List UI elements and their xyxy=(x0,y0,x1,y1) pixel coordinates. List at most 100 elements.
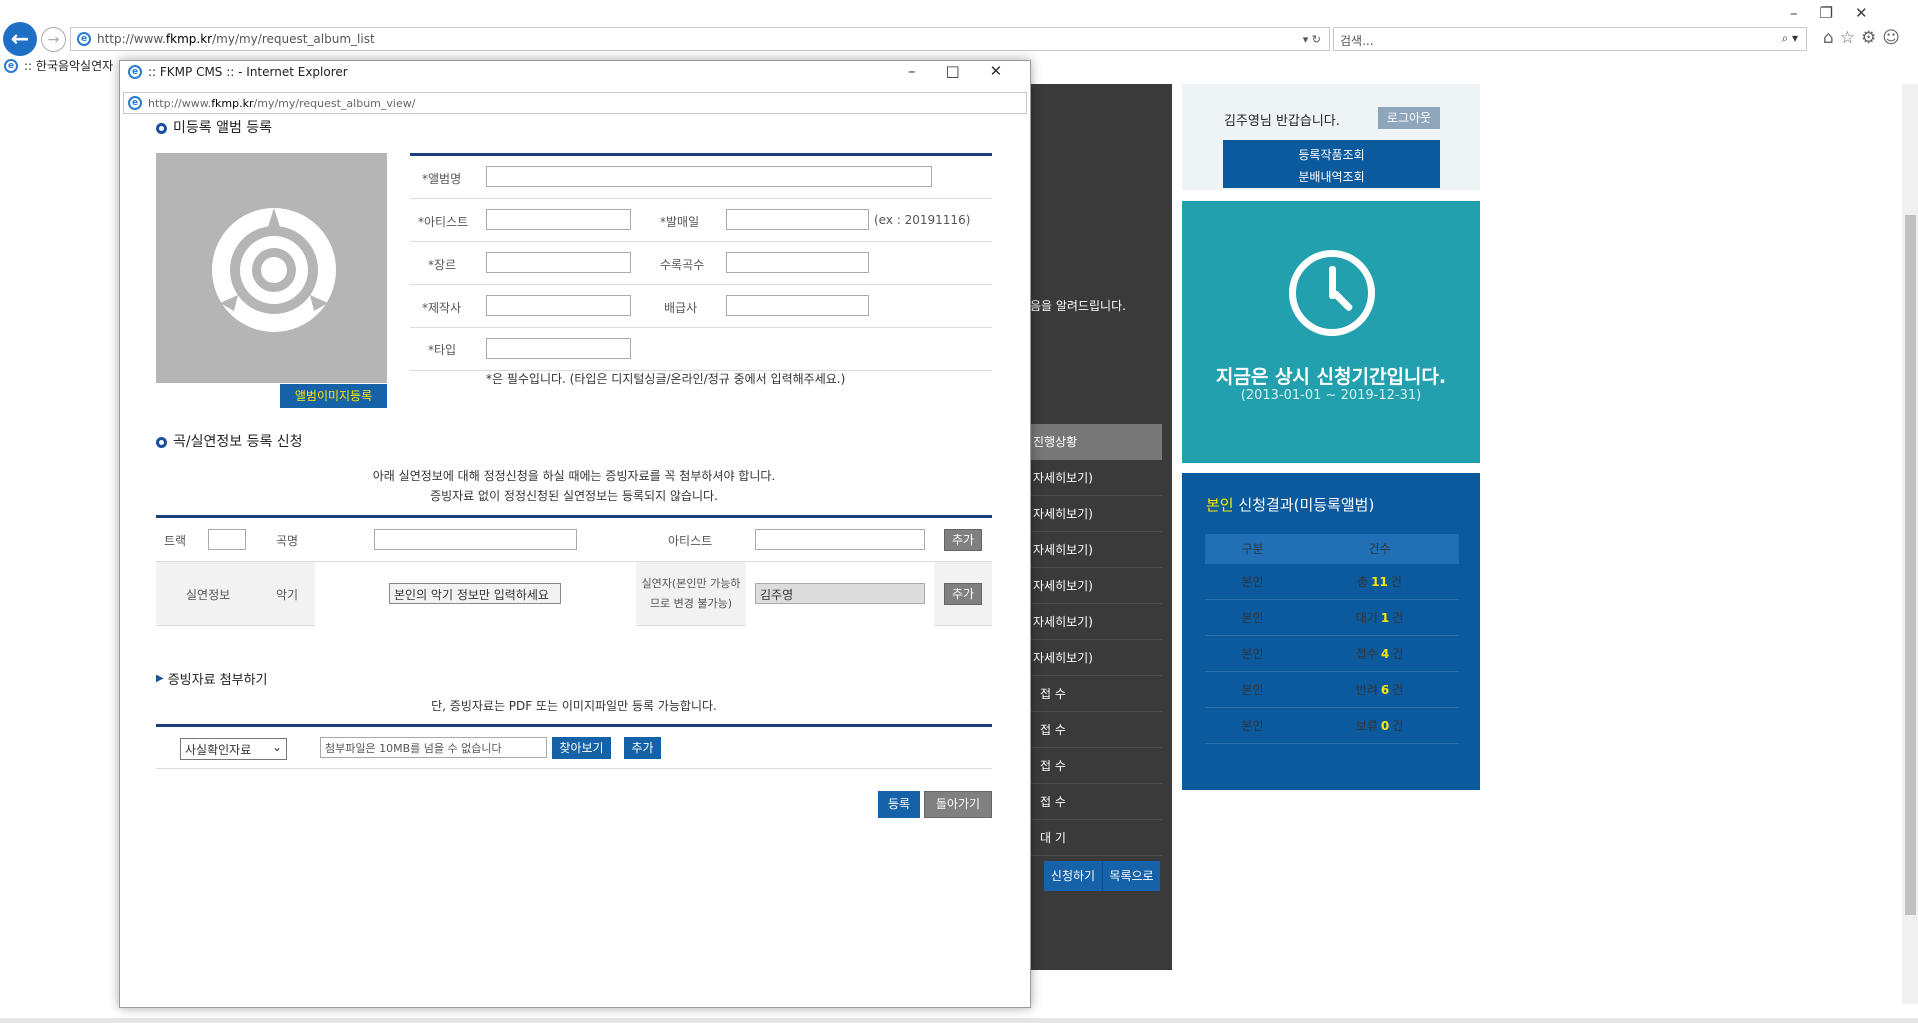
result-pre: 총 xyxy=(1357,575,1369,589)
tab-title: :: 한국음악실연자 xyxy=(24,59,114,73)
type-label: *타입 xyxy=(428,343,457,357)
back-button[interactable]: 돌아가기 xyxy=(924,791,992,818)
song-artist-input[interactable] xyxy=(755,529,925,550)
result-count: 반려 6 건 xyxy=(1300,672,1459,707)
section-track-header: 곡/실연정보 등록 신청 xyxy=(156,431,303,451)
popup-titlebar: e:: FKMP CMS :: - Internet Explorer xyxy=(128,65,348,79)
search-placeholder: 검색... xyxy=(1340,34,1374,48)
add-song-button[interactable]: 추가 xyxy=(944,529,982,551)
result-row: 본인 보류 0 건 xyxy=(1205,708,1459,744)
instrument-input[interactable]: 본인의 악기 정보만 입력하세요 xyxy=(389,583,561,604)
album-image-register-button[interactable]: 앨범이미지등록 xyxy=(280,384,387,408)
scrollbar-thumb[interactable] xyxy=(1905,215,1916,915)
distribution-link[interactable]: 분배내역조회 xyxy=(1223,166,1440,188)
address-bar[interactable]: e http://www. fkmp.kr/my/my/request_album… xyxy=(70,27,1330,51)
search-box[interactable]: 검색... ⌕ ▾ xyxy=(1333,27,1807,51)
artist-input[interactable] xyxy=(486,209,631,230)
bg-row[interactable]: 자세히보기) xyxy=(1030,532,1162,568)
bullet-icon xyxy=(156,123,167,134)
result-pre: 접수 xyxy=(1355,647,1378,661)
list-button[interactable]: 목록으로 xyxy=(1102,861,1160,891)
performer-name-input[interactable]: 김주영 xyxy=(755,583,925,604)
result-suf: 건 xyxy=(1392,719,1404,733)
result-title: 본인 신청결과(미등록앨범) xyxy=(1206,494,1374,515)
result-head-col: 구분 xyxy=(1241,542,1264,556)
result-count: 대기 1 건 xyxy=(1300,600,1459,635)
registered-works-link[interactable]: 등록작품조회 xyxy=(1223,144,1440,166)
add-performer-button[interactable]: 추가 xyxy=(944,583,982,605)
type-input[interactable] xyxy=(486,338,631,359)
bg-row[interactable]: 자세히보기) xyxy=(1030,568,1162,604)
file-placeholder: 첨부파일은 10MB를 넘을 수 없습니다 xyxy=(325,742,502,755)
url-prefix: http://www. xyxy=(97,32,166,46)
doc-type-value: 사실확인자료 xyxy=(185,743,252,757)
release-date-label: *발매일 xyxy=(660,215,700,229)
artist-label: *아티스트 xyxy=(418,215,469,229)
bg-row[interactable]: 자세히보기) xyxy=(1030,496,1162,532)
song-title-input[interactable] xyxy=(374,529,577,550)
section-album-header: 미등록 앨범 등록 xyxy=(156,117,272,137)
popup-url-prefix: http://www. xyxy=(148,96,212,110)
result-count: 보류 0 건 xyxy=(1300,708,1459,743)
back-arrow-icon[interactable]: ← xyxy=(3,22,37,56)
result-pre: 대기 xyxy=(1355,611,1378,625)
forward-arrow-icon[interactable]: → xyxy=(41,27,66,52)
song-artist-label: 아티스트 xyxy=(668,534,713,548)
track-label: 트랙 xyxy=(164,534,187,548)
search-icon[interactable]: ⌕ ▾ xyxy=(1781,31,1798,46)
browser-tab[interactable]: e :: 한국음악실연자 xyxy=(4,57,113,74)
result-num: 0 xyxy=(1380,719,1390,733)
add-attachment-button[interactable]: 추가 xyxy=(624,737,661,759)
result-who: 본인 xyxy=(1241,575,1264,589)
genre-input[interactable] xyxy=(486,252,631,273)
popup-ie-icon: e xyxy=(128,65,142,79)
result-head-col: 건수 xyxy=(1368,542,1391,556)
bg-row: 대 기 xyxy=(1030,820,1162,856)
bg-row[interactable]: 자세히보기) xyxy=(1030,460,1162,496)
producer-label: *제작사 xyxy=(422,301,462,315)
window-controls[interactable]: –❐✕ xyxy=(1790,4,1890,22)
status-strip xyxy=(0,1018,1918,1023)
result-row: 본인 대기 1 건 xyxy=(1205,600,1459,636)
notice-line-1: 아래 실연정보에 대해 정정신청을 하실 때에는 증빙자료를 꼭 첨부하셔야 합… xyxy=(372,469,776,483)
arrow-icon: ▶ xyxy=(156,673,164,684)
bg-row[interactable]: 자세히보기) xyxy=(1030,604,1162,640)
toolbar-icons[interactable]: ⌂☆⚙☺ xyxy=(1823,28,1906,48)
doc-type-select[interactable]: 사실확인자료 ⌄ xyxy=(180,738,287,760)
refresh-icon[interactable]: ▾ ↻ xyxy=(1303,33,1321,46)
perf-info-label: 실연정보 xyxy=(186,588,231,602)
distributor-input[interactable] xyxy=(726,295,869,316)
result-suf: 건 xyxy=(1392,611,1404,625)
album-name-label: *앨범명 xyxy=(422,172,462,186)
producer-input[interactable] xyxy=(486,295,631,316)
logout-button[interactable]: 로그아웃 xyxy=(1378,107,1440,129)
result-title-highlight: 본인 xyxy=(1206,496,1234,514)
result-num: 4 xyxy=(1380,647,1390,661)
result-who: 본인 xyxy=(1241,719,1264,733)
result-num: 6 xyxy=(1380,683,1390,697)
required-note: *은 필수입니다. (타입은 디지털싱글/온라인/정규 중에서 입력해주세요.) xyxy=(486,372,846,386)
album-name-input[interactable] xyxy=(486,166,932,187)
result-header: 구분 건수 xyxy=(1205,534,1459,564)
notice-line-2: 증빙자료 없이 정정신청된 실연정보는 등록되지 않습니다. xyxy=(430,489,718,503)
result-pre: 반려 xyxy=(1355,683,1378,697)
file-input[interactable]: 첨부파일은 10MB를 넘을 수 없습니다 xyxy=(320,737,547,758)
album-image-placeholder xyxy=(156,153,387,383)
browse-button[interactable]: 찾아보기 xyxy=(552,737,611,759)
bg-row[interactable]: 자세히보기) xyxy=(1030,640,1162,676)
result-num: 11 xyxy=(1371,575,1388,589)
result-count: 총 11 건 xyxy=(1300,564,1459,599)
result-who: 본인 xyxy=(1241,611,1264,625)
period-title: 지금은 상시 신청기간입니다. xyxy=(1215,366,1447,388)
track-count-input[interactable] xyxy=(726,252,869,273)
bg-row: 접 수 xyxy=(1030,676,1162,712)
period-dates: (2013-01-01 ~ 2019-12-31) xyxy=(1240,388,1422,403)
popup-title: :: FKMP CMS :: - Internet Explorer xyxy=(148,65,348,79)
release-date-input[interactable] xyxy=(726,209,869,230)
popup-window-controls[interactable]: –□✕ xyxy=(908,62,1032,80)
submit-button[interactable]: 등록 xyxy=(878,791,920,818)
apply-button[interactable]: 신청하기 xyxy=(1044,861,1102,891)
bg-row: 접 수 xyxy=(1030,748,1162,784)
date-hint: (ex : 20191116) xyxy=(874,213,971,227)
track-input[interactable] xyxy=(208,529,246,550)
